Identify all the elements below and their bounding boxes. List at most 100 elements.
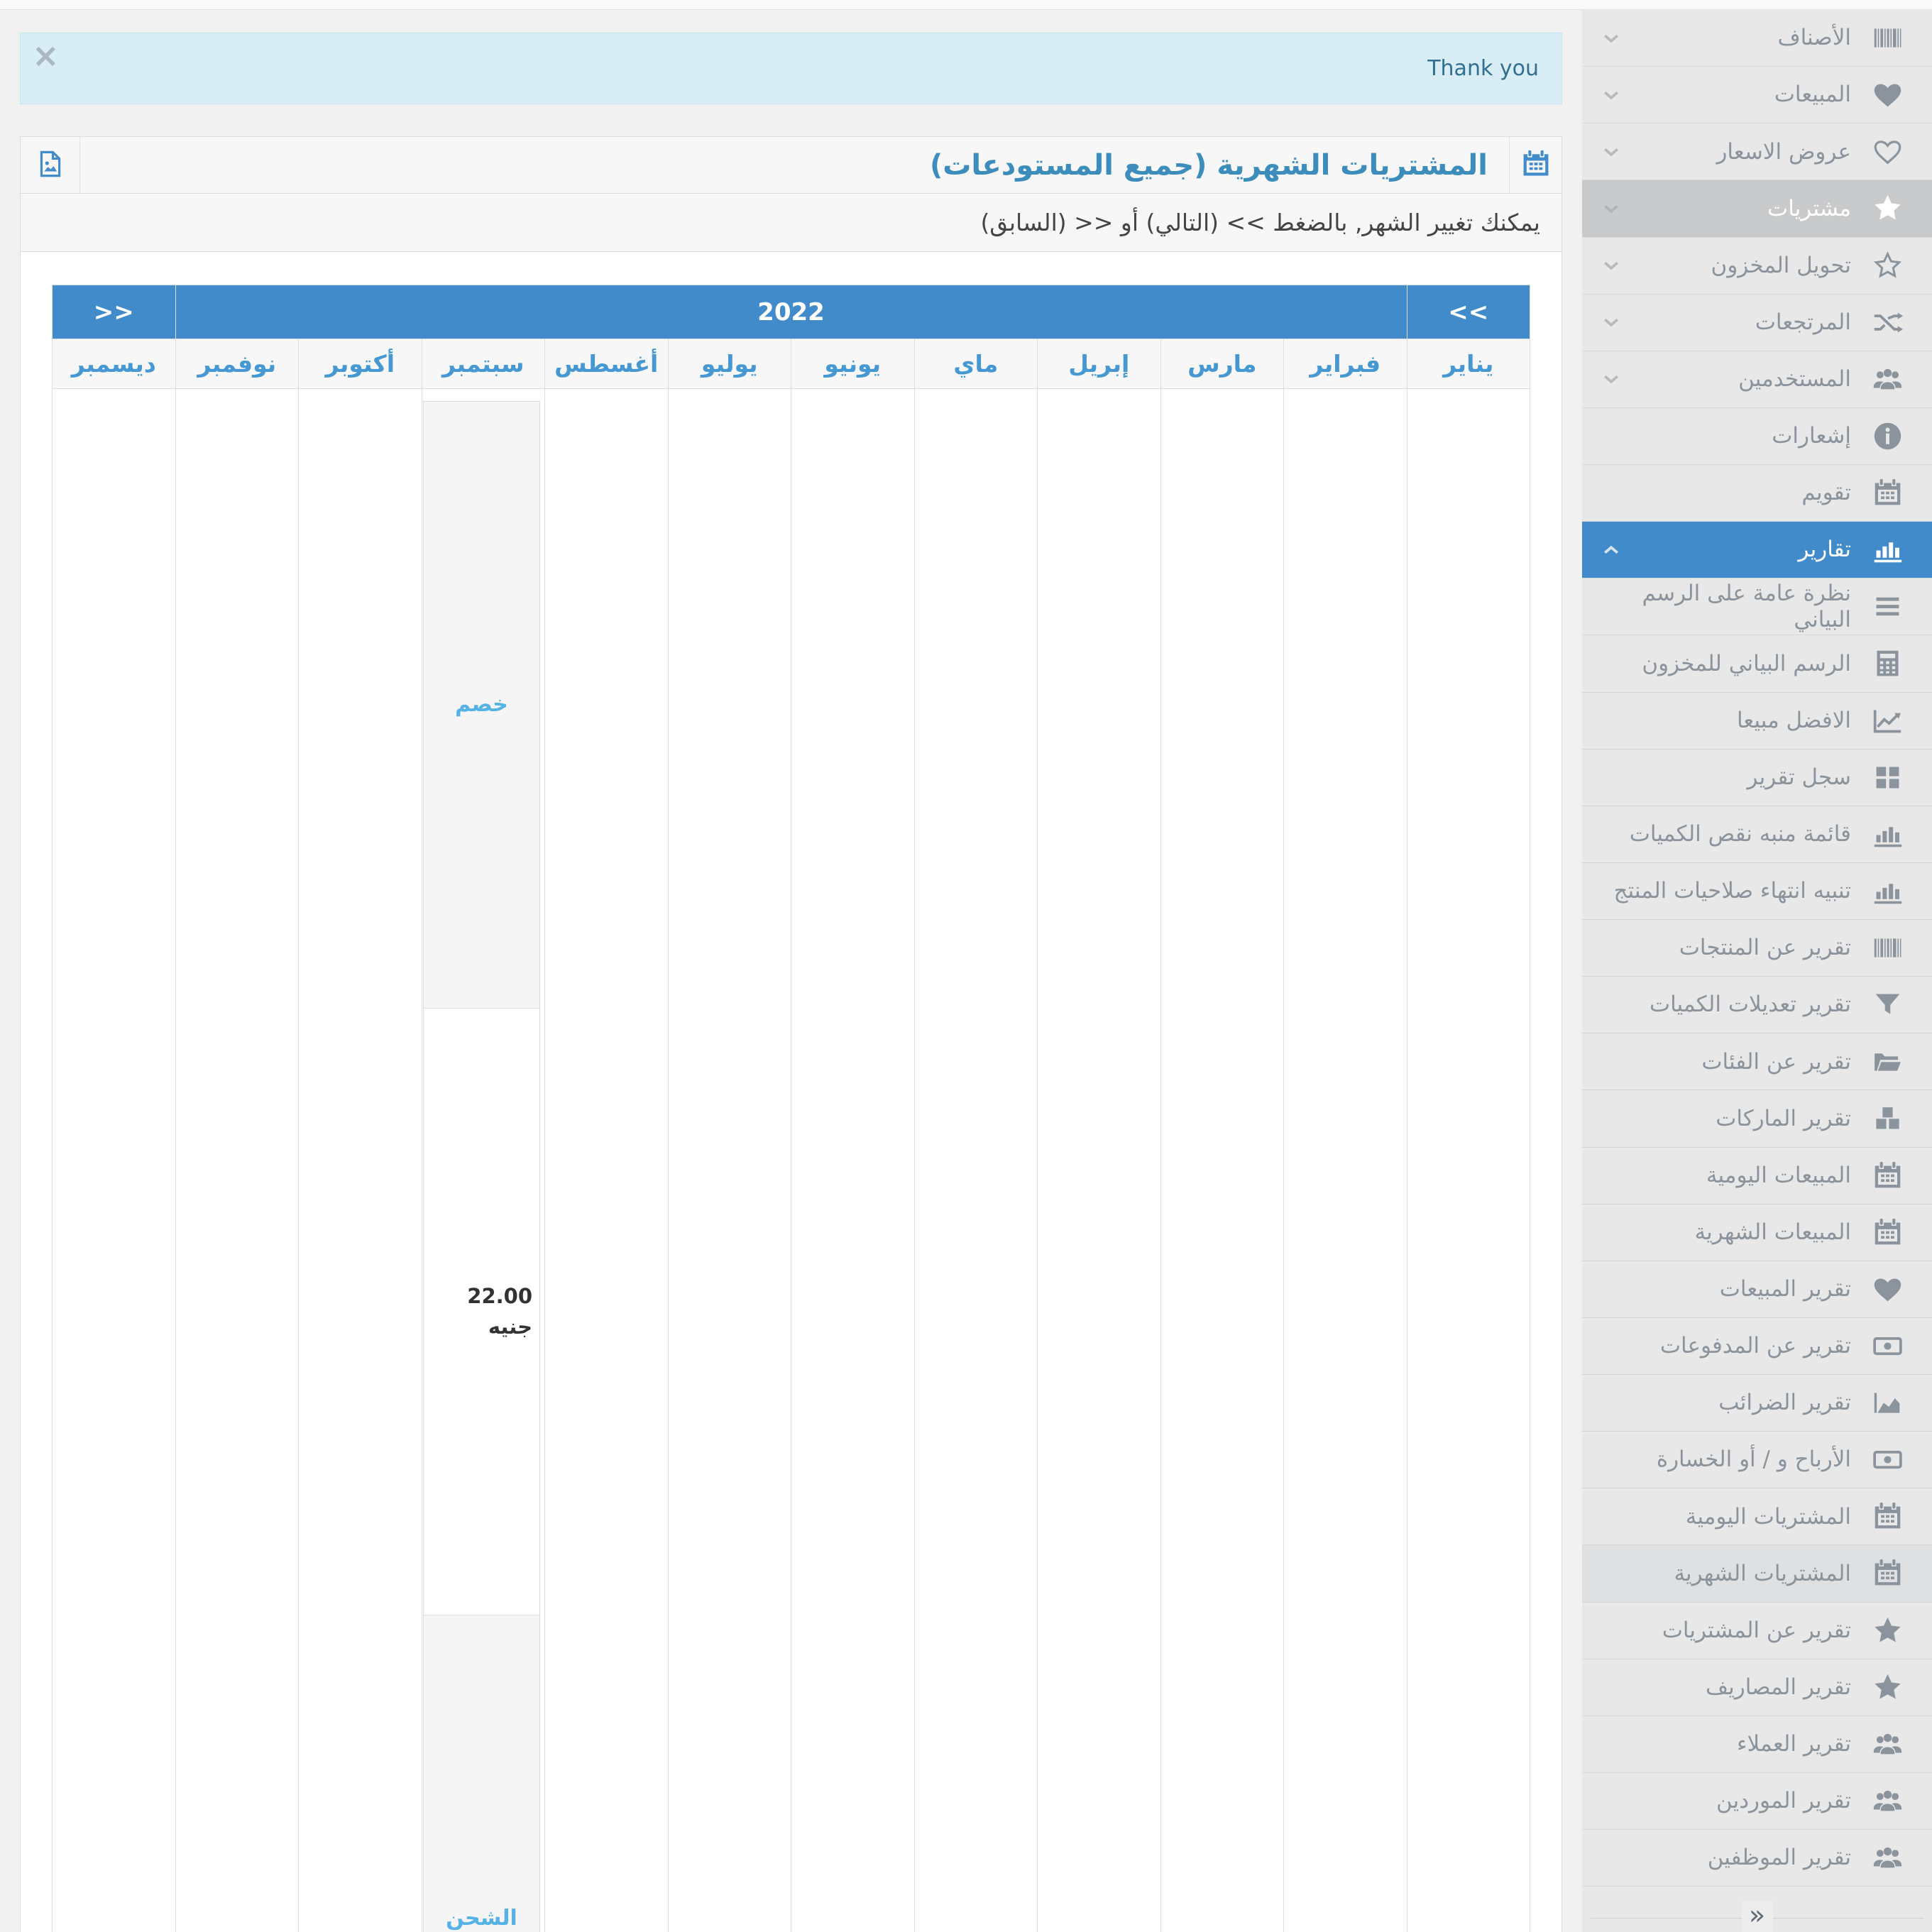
chevron-down-icon <box>1601 198 1622 219</box>
prev-year-button[interactable]: << <box>52 285 176 339</box>
sidebar-item-29[interactable]: تقرير عن المشتريات <box>1582 1603 1932 1659</box>
chevron-down-icon <box>1601 28 1622 49</box>
sidebar-item-label: الافضل مبيعا <box>1736 707 1851 733</box>
chart-bar-icon <box>1870 875 1905 907</box>
sidebar-item-label: المشتريات الشهرية <box>1674 1560 1851 1586</box>
sidebar-item-label: سجل تقرير <box>1747 764 1851 790</box>
breakdown-label: خصم <box>422 401 541 1009</box>
breakdown-value: 22.00 جنيه <box>422 1008 541 1615</box>
sidebar-item-2[interactable]: المبيعات <box>1582 67 1932 124</box>
sidebar-collapse-button[interactable]: » <box>1741 1900 1773 1932</box>
sidebar-item-24[interactable]: تقرير عن المدفوعات <box>1582 1318 1932 1375</box>
sidebar-item-label: تقرير عن المدفوعات <box>1659 1333 1851 1359</box>
monthly-purchases-panel: المشتريات الشهرية (جميع المستودعات) يمكن… <box>20 136 1562 1932</box>
sidebar-item-8[interactable]: إشعارات <box>1582 408 1932 465</box>
export-image-button[interactable] <box>21 137 80 193</box>
top-strip <box>0 0 1932 10</box>
sidebar-item-30[interactable]: تقرير المصاريف <box>1582 1659 1932 1716</box>
sidebar-item-23[interactable]: تقرير المبيعات <box>1582 1261 1932 1318</box>
sidebar-item-15[interactable]: قائمة منبه نقص الكميات <box>1582 806 1932 863</box>
month-value-cell: 0 <box>913 388 1038 1932</box>
chart-bar-icon <box>1870 534 1905 566</box>
sidebar-item-27[interactable]: المشتريات اليومية <box>1582 1488 1932 1546</box>
image-file-icon <box>35 149 65 182</box>
calculator-icon <box>1870 647 1905 679</box>
sidebar-item-4[interactable]: مشتريات <box>1582 180 1932 238</box>
sidebar-item-label: تنبيه انتهاء صلاحيات المنتج <box>1613 878 1851 904</box>
month-header: أكتوبر <box>298 339 422 389</box>
month-header: نوفمبر <box>175 339 299 389</box>
sidebar-item-label: المبيعات <box>1774 82 1851 108</box>
sidebar-item-26[interactable]: الأرباح و / أو الخسارة <box>1582 1432 1932 1489</box>
sidebar-item-14[interactable]: سجل تقرير <box>1582 750 1932 806</box>
money-icon <box>1870 1330 1905 1362</box>
month-header: ديسمبر <box>52 339 176 389</box>
sidebar-item-13[interactable]: الافضل مبيعا <box>1582 693 1932 750</box>
month-value-cell: 0 <box>175 388 299 1932</box>
line-chart-icon <box>1870 705 1905 737</box>
sidebar-item-22[interactable]: المبيعات الشهرية <box>1582 1204 1932 1261</box>
sidebar-item-label: تقرير عن المشتريات <box>1662 1617 1851 1643</box>
star-outline-icon <box>1870 250 1905 282</box>
next-year-button[interactable]: >> <box>1406 285 1530 339</box>
sidebar-item-17[interactable]: تقرير عن المنتجات <box>1582 920 1932 977</box>
sidebar-item-9[interactable]: تقويم <box>1582 465 1932 522</box>
sidebar-item-32[interactable]: تقرير الموردين <box>1582 1773 1932 1830</box>
sidebar: الأصناف المبيعات عروض الاسعار مشتريات تحويل … <box>1582 10 1932 1932</box>
sidebar-item-19[interactable]: تقرير عن الفئات <box>1582 1033 1932 1091</box>
panel-header: المشتريات الشهرية (جميع المستودعات) <box>21 137 1561 194</box>
money-icon <box>1870 1444 1905 1476</box>
month-value-cell: 0 <box>298 388 422 1932</box>
star-icon <box>1870 1615 1905 1647</box>
info-circle-icon <box>1870 420 1905 452</box>
sidebar-item-label: نظرة عامة على الرسم البياني <box>1642 581 1852 632</box>
sidebar-item-label: قائمة منبه نقص الكميات <box>1629 821 1851 847</box>
year-label: 2022 <box>175 285 1407 339</box>
sidebar-item-label: تقرير الضرائب <box>1718 1390 1851 1416</box>
sidebar-item-label: تقرير الموردين <box>1716 1788 1851 1814</box>
heart-icon <box>1870 79 1905 111</box>
calendar-button[interactable] <box>1509 137 1561 193</box>
sidebar-item-label: إشعارات <box>1772 423 1851 449</box>
heart-outline-icon <box>1870 136 1905 168</box>
list-icon <box>1870 591 1905 622</box>
sidebar-item-20[interactable]: تقرير الماركات <box>1582 1090 1932 1148</box>
sidebar-item-18[interactable]: تقرير تعديلات الكميات <box>1582 977 1932 1034</box>
chart-bar-icon <box>1870 818 1905 850</box>
calendar-icon <box>1870 477 1905 509</box>
sidebar-item-label: الأصناف <box>1777 25 1851 51</box>
sidebar-item-label: الأرباح و / أو الخسارة <box>1656 1447 1851 1473</box>
sidebar-item-25[interactable]: تقرير الضرائب <box>1582 1375 1932 1432</box>
sidebar-item-28[interactable]: المشتريات الشهرية <box>1582 1545 1932 1603</box>
sidebar-item-11[interactable]: نظرة عامة على الرسم البياني <box>1582 578 1932 636</box>
sidebar-item-6[interactable]: المرتجعات <box>1582 295 1932 351</box>
users-icon <box>1870 1842 1905 1874</box>
calendar-icon <box>1870 1217 1905 1248</box>
sidebar-item-16[interactable]: تنبيه انتهاء صلاحيات المنتج <box>1582 863 1932 920</box>
month-header: يونيو <box>791 339 915 389</box>
star-icon <box>1870 192 1905 224</box>
sidebar-item-label: تقرير العملاء <box>1736 1731 1851 1757</box>
sidebar-item-label: المبيعات الشهرية <box>1694 1219 1851 1245</box>
sidebar-item-3[interactable]: عروض الاسعار <box>1582 124 1932 181</box>
sidebar-item-5[interactable]: تحويل المخزون <box>1582 238 1932 295</box>
sidebar-item-10[interactable]: تقارير <box>1582 522 1932 579</box>
chevron-down-icon <box>1601 368 1622 390</box>
monthly-purchases-table: >> 2022 << يناير فبراير مارس إبريل ماي يونيو يول… <box>52 285 1530 1932</box>
sidebar-item-label: تقرير المصاريف <box>1706 1674 1851 1700</box>
sidebar-item-label: مشتريات <box>1767 195 1851 221</box>
chevron-down-icon <box>1601 312 1622 333</box>
heart-icon <box>1870 1273 1905 1305</box>
month-header: يوليو <box>667 339 791 389</box>
sidebar-item-21[interactable]: المبيعات اليومية <box>1582 1148 1932 1204</box>
sidebar-item-1[interactable]: الأصناف <box>1582 10 1932 67</box>
sidebar-item-12[interactable]: الرسم البياني للمخزون <box>1582 635 1932 693</box>
sidebar-item-33[interactable]: تقرير الموظفين <box>1582 1830 1932 1887</box>
sidebar-item-31[interactable]: تقرير العملاء <box>1582 1716 1932 1773</box>
sidebar-item-label: الرسم البياني للمخزون <box>1642 650 1851 676</box>
star-icon <box>1870 1672 1905 1703</box>
close-icon[interactable]: × <box>32 39 60 72</box>
sidebar-item-7[interactable]: المستخدمين <box>1582 351 1932 408</box>
users-icon <box>1870 1728 1905 1760</box>
month-header: مارس <box>1160 339 1284 389</box>
